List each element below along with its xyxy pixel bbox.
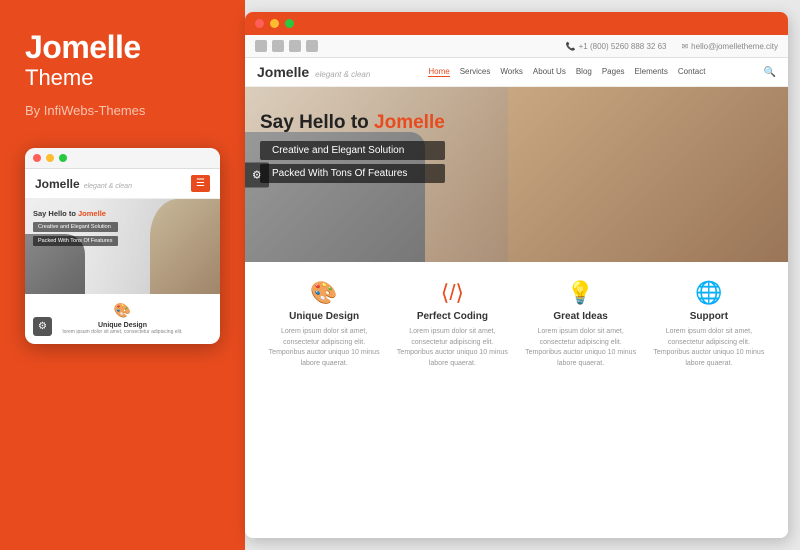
feat-perfect-coding: ⟨/⟩ Perfect Coding Lorem ipsum dolor sit… [388, 280, 516, 526]
mobile-hero-say-hello: Say Hello to Jomelle [33, 209, 118, 218]
nav-elements[interactable]: Elements [635, 67, 668, 77]
support-icon: 🌐 [653, 280, 765, 306]
feat-great-ideas-title: Great Ideas [525, 311, 637, 322]
hero-tag2: Packed With Tons Of Features [260, 164, 445, 183]
search-icon[interactable]: 🔍 [764, 67, 776, 78]
desktop-nav-logo: Jomelle [257, 64, 309, 80]
linkedin-icon[interactable] [306, 40, 318, 52]
right-panel: 📞 +1 (800) 5260 888 32 63 ✉ hello@jomell… [245, 0, 800, 550]
mobile-hero: Say Hello to Jomelle Creative and Elegan… [25, 199, 220, 294]
feat-unique-design-title: Unique Design [268, 311, 380, 322]
desktop-nav-tagline: elegant & clean [315, 70, 370, 79]
dot-yellow [46, 154, 54, 162]
desktop-mockup: 📞 +1 (800) 5260 888 32 63 ✉ hello@jomell… [245, 12, 788, 538]
mobile-features: 🎨 Unique Design lorem ipsum dolor sit am… [25, 294, 220, 344]
nav-about[interactable]: About Us [533, 67, 566, 77]
desktop-contact-bar: 📞 +1 (800) 5260 888 32 63 ✉ hello@jomell… [566, 42, 778, 51]
mobile-hero-tag2: Packed With Tons Of Features [33, 236, 118, 246]
desktop-top-bar [245, 12, 788, 35]
mobile-hero-face [150, 199, 220, 294]
desktop-hero: Say Hello to Jomelle Creative and Elegan… [245, 87, 788, 262]
brand-subtitle: Theme [25, 65, 220, 91]
mobile-top-bar [25, 148, 220, 169]
desktop-features: 🎨 Unique Design Lorem ipsum dolor sit am… [245, 262, 788, 538]
hero-brand-name: Jomelle [374, 112, 445, 133]
feat-support-desc: Lorem ipsum dolor sit amet, consectetur … [653, 327, 765, 369]
desktop-nav-links: Home Services Works About Us Blog Pages … [428, 67, 705, 77]
feat-great-ideas-desc: Lorem ipsum dolor sit amet, consectetur … [525, 327, 637, 369]
dot-green [59, 154, 67, 162]
googleplus-icon[interactable] [289, 40, 301, 52]
feat-great-ideas: 💡 Great Ideas Lorem ipsum dolor sit amet… [517, 280, 645, 526]
nav-services[interactable]: Services [460, 67, 491, 77]
feat-perfect-coding-title: Perfect Coding [396, 311, 508, 322]
phone-info: 📞 +1 (800) 5260 888 32 63 [566, 42, 667, 51]
desktop-browser-bar: 📞 +1 (800) 5260 888 32 63 ✉ hello@jomell… [245, 35, 788, 58]
great-ideas-icon: 💡 [525, 280, 637, 306]
feat-unique-design: 🎨 Unique Design Lorem ipsum dolor sit am… [260, 280, 388, 526]
nav-works[interactable]: Works [500, 67, 523, 77]
mobile-feat-design-icon: 🎨 [33, 302, 212, 319]
mobile-hero-tag1: Creative and Elegant Solution [33, 222, 118, 232]
brand-title: Jomelle [25, 30, 220, 65]
twitter-icon[interactable] [272, 40, 284, 52]
mobile-nav-tagline: elegant & clean [84, 183, 132, 190]
nav-blog[interactable]: Blog [576, 67, 592, 77]
nav-home[interactable]: Home [428, 67, 449, 77]
mobile-hero-brand: Jomelle [78, 209, 106, 218]
email-info: ✉ hello@jomelletheme.city [681, 42, 778, 51]
feat-perfect-coding-desc: Lorem ipsum dolor sit amet, consectetur … [396, 327, 508, 369]
mobile-hero-text: Say Hello to Jomelle Creative and Elegan… [33, 209, 118, 246]
brand-by: By InfiWebs-Themes [25, 103, 220, 118]
perfect-coding-icon: ⟨/⟩ [396, 280, 508, 306]
feat-unique-design-desc: Lorem ipsum dolor sit amet, consectetur … [268, 327, 380, 369]
hero-say-hello: Say Hello to Jomelle [260, 112, 445, 134]
mobile-feat-desc: lorem ipsum dolor sit amet, consectetur … [33, 329, 212, 336]
dot-red [33, 154, 41, 162]
unique-design-icon: 🎨 [268, 280, 380, 306]
hero-face-figure [508, 87, 788, 262]
mobile-nav-logo: Jomelle [35, 177, 80, 191]
social-icons [255, 40, 318, 52]
desktop-dot-green [285, 19, 294, 28]
feat-support-title: Support [653, 311, 765, 322]
desktop-dot-yellow [270, 19, 279, 28]
desktop-dot-red [255, 19, 264, 28]
mobile-feat-item: 🎨 Unique Design lorem ipsum dolor sit am… [33, 302, 212, 336]
nav-contact[interactable]: Contact [678, 67, 706, 77]
desktop-nav: Jomelle elegant & clean Home Services Wo… [245, 58, 788, 87]
mobile-feat-title: Unique Design [33, 322, 212, 329]
hero-tag1: Creative and Elegant Solution [260, 141, 445, 160]
mobile-mockup: Jomelle elegant & clean ☰ Say Hello to J… [25, 148, 220, 344]
left-panel: Jomelle Theme By InfiWebs-Themes Jomelle… [0, 0, 245, 550]
hamburger-icon[interactable]: ☰ [191, 175, 210, 192]
hero-text-box: Say Hello to Jomelle Creative and Elegan… [260, 112, 445, 183]
mobile-nav: Jomelle elegant & clean ☰ [25, 169, 220, 199]
nav-pages[interactable]: Pages [602, 67, 625, 77]
feat-support: 🌐 Support Lorem ipsum dolor sit amet, co… [645, 280, 773, 526]
desktop-nav-left: Jomelle elegant & clean [257, 64, 370, 80]
mobile-settings-button[interactable]: ⚙ [33, 317, 52, 336]
facebook-icon[interactable] [255, 40, 267, 52]
